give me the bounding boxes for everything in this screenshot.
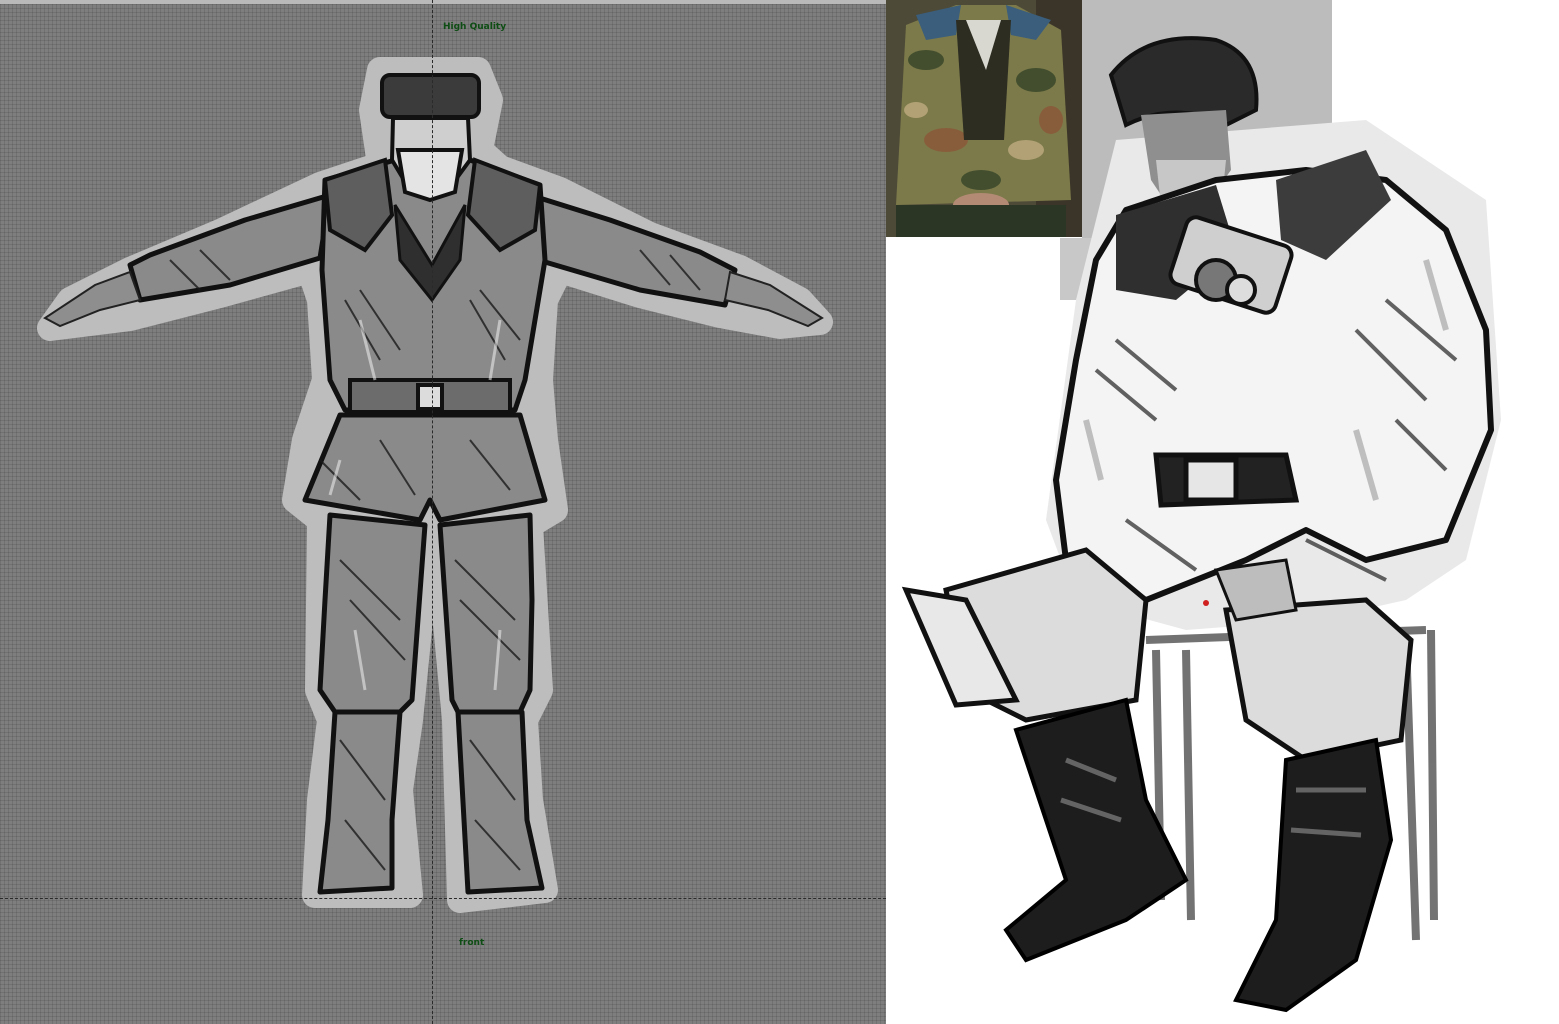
viewport-ground-line	[0, 898, 886, 899]
render-quality-label: High Quality	[443, 22, 507, 32]
view-name-label: front	[459, 938, 485, 948]
workspace: High Quality front	[0, 0, 1559, 1024]
viewport-vertical-axis	[432, 0, 433, 1024]
tpose-character-model[interactable]	[0, 0, 886, 1024]
front-viewport[interactable]: High Quality front	[0, 0, 886, 1024]
seated-character-sketch	[901, 36, 1501, 1013]
